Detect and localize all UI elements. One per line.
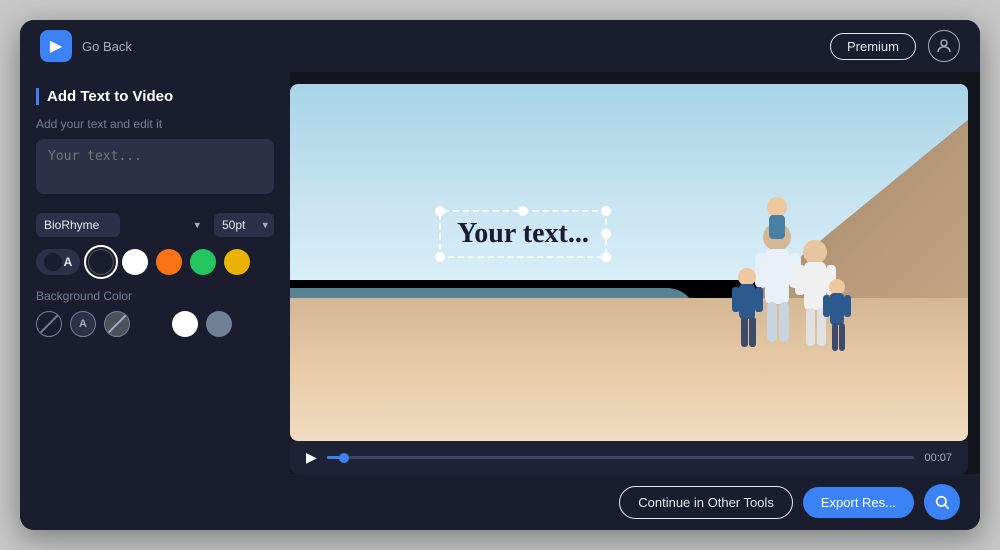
font-size-wrapper: 50pt [214,213,274,237]
font-row: BioRhyme 50pt [36,213,274,237]
bg-swatch-blur[interactable] [104,311,130,337]
progress-bar[interactable] [327,456,915,459]
play-button[interactable]: ▶ [306,449,317,466]
premium-button[interactable]: Premium [830,33,916,60]
handle-bl [435,252,445,262]
time-display: 00:07 [924,452,952,464]
top-bar-right: Premium [830,30,960,62]
bottom-bar: Continue in Other Tools Export Res... [20,474,980,530]
video-scene [290,84,968,441]
handle-tr [601,206,611,216]
video-text-overlay[interactable]: Your text... [439,210,607,258]
top-bar: ▶ Go Back Premium [20,20,980,72]
toggle-circle [44,253,62,271]
main-content: Add Text to Video Add your text and edit… [20,72,980,474]
progress-fill [327,456,345,459]
sidebar-title: Add Text to Video [36,88,274,105]
bg-color-row: A [36,311,274,337]
color-swatch-orange[interactable] [156,249,182,275]
video-controls: ▶ 00:07 [290,441,968,474]
text-style-inner: A [44,253,73,271]
sidebar: Add Text to Video Add your text and edit… [20,72,290,474]
text-color-row: A [36,249,274,275]
handle-tl [435,206,445,216]
search-icon [934,494,950,510]
continue-button[interactable]: Continue in Other Tools [619,486,793,519]
color-swatch-yellow[interactable] [224,249,250,275]
go-back-link[interactable]: Go Back [82,39,132,54]
video-container: Your text... [290,84,968,441]
logo-icon: ▶ [50,36,62,56]
bg-swatch-gray[interactable] [206,311,232,337]
people-svg [667,177,887,377]
bg-swatch-a[interactable]: A [70,311,96,337]
text-input[interactable] [36,139,274,194]
handle-br [601,252,611,262]
color-swatch-white[interactable] [122,249,148,275]
user-avatar[interactable] [928,30,960,62]
app-window: ▶ Go Back Premium Add Text to Video Add … [20,20,980,530]
font-size-select[interactable]: 50pt [214,213,274,237]
bg-swatch-black[interactable] [138,311,164,337]
app-logo: ▶ [40,30,72,62]
text-style-toggle[interactable]: A [36,249,80,275]
search-fab[interactable] [924,484,960,520]
bg-swatch-none[interactable] [36,311,62,337]
font-family-select[interactable]: BioRhyme [36,213,120,237]
progress-thumb [339,453,349,463]
text-input-label: Add your text and edit it [36,117,274,131]
font-family-wrapper: BioRhyme [36,213,206,237]
bg-color-label: Background Color [36,289,274,303]
overlay-text: Your text... [457,218,589,249]
text-a-label: A [64,255,73,269]
bg-swatch-white[interactable] [172,311,198,337]
export-button[interactable]: Export Res... [803,487,914,518]
top-bar-left: ▶ Go Back [40,30,132,62]
color-swatch-green[interactable] [190,249,216,275]
video-area: Your text... ▶ 00:07 [290,72,980,474]
color-swatch-black[interactable] [88,249,114,275]
